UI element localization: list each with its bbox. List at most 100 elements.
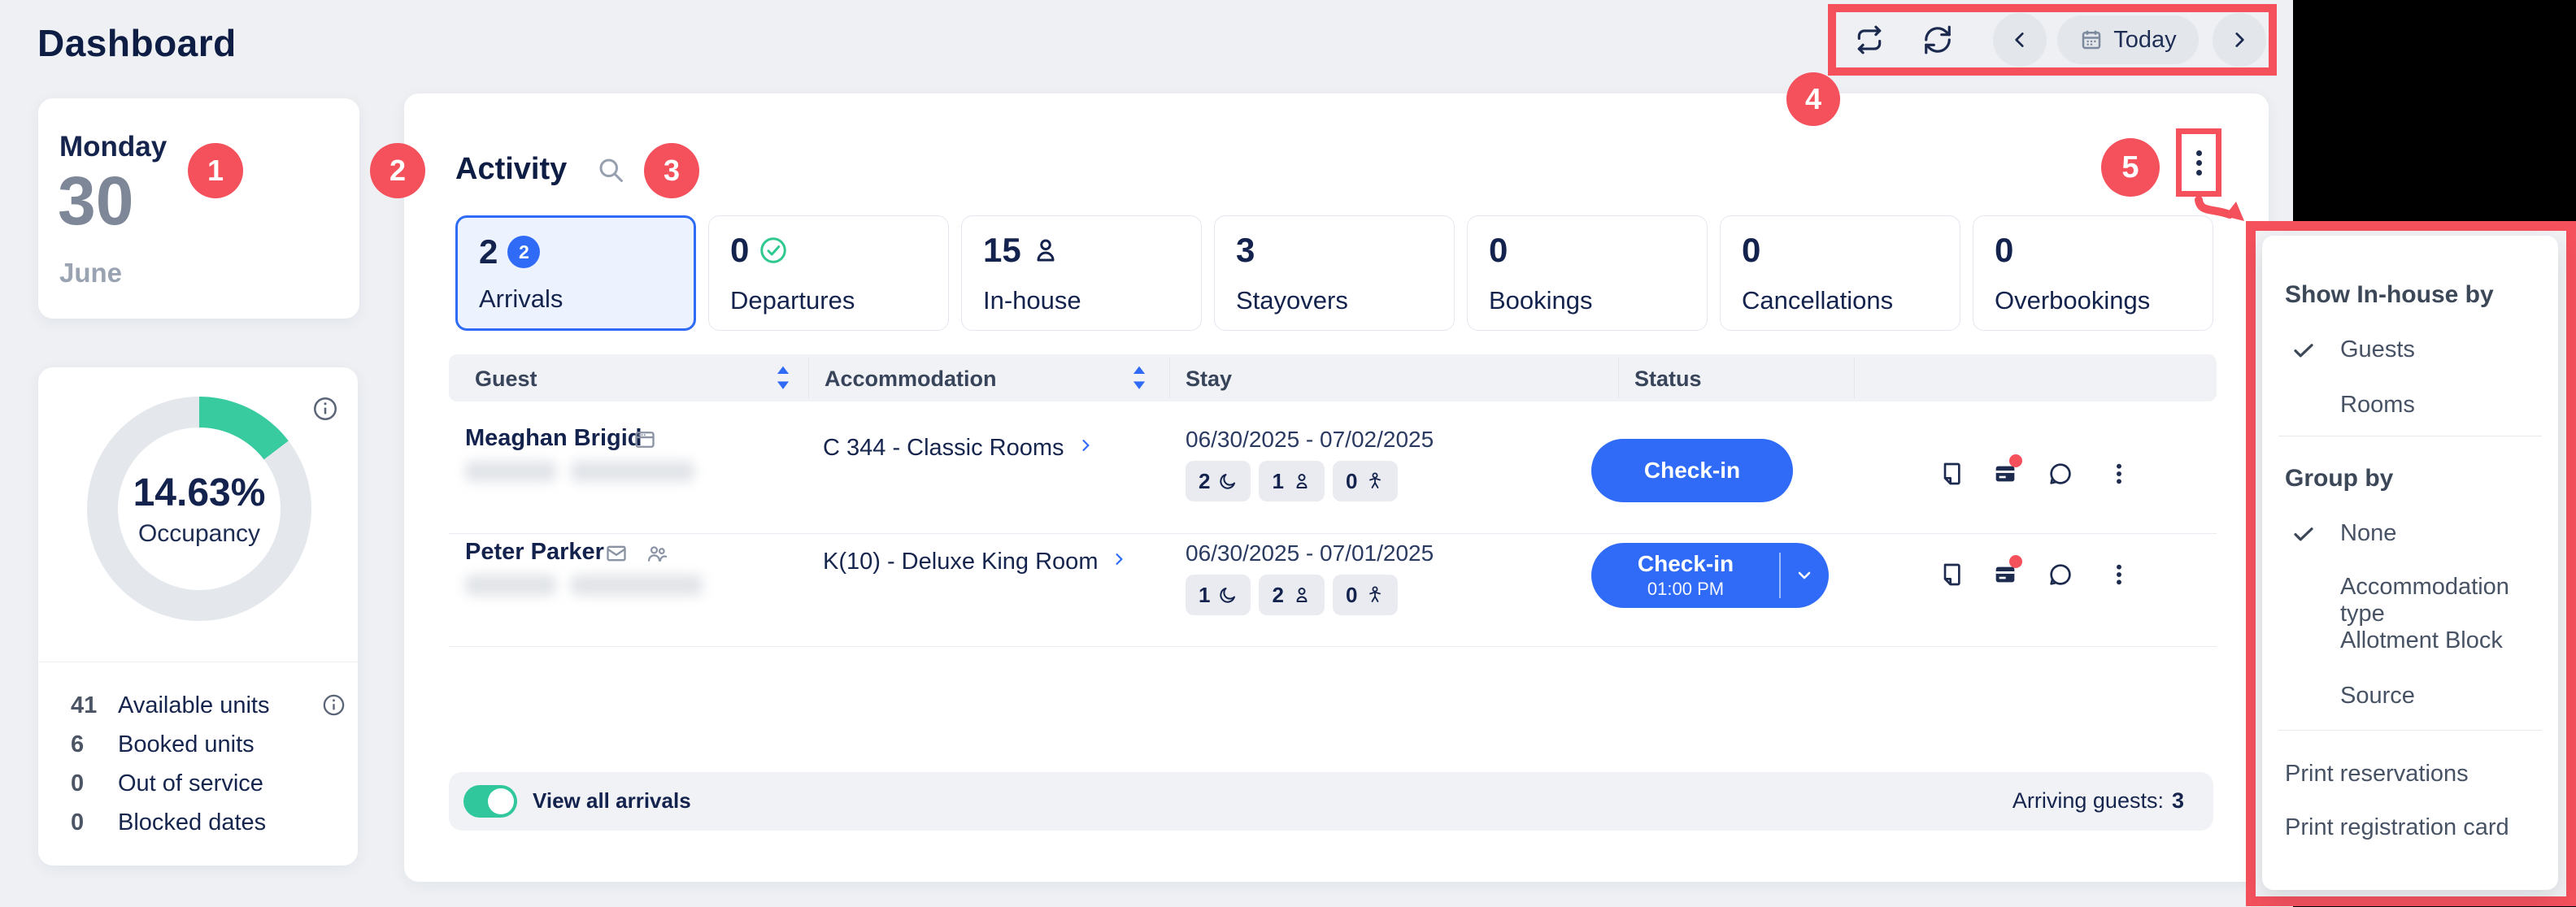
activity-options-menu-button[interactable] <box>2176 128 2221 197</box>
accommodation-name: C 344 - Classic Rooms <box>823 435 1064 462</box>
tab-count: 2 <box>479 232 498 271</box>
toggle-label: View all arrivals <box>533 788 691 814</box>
date-navigation-toolbar <box>1828 4 2277 76</box>
tab-label: Stayovers <box>1236 286 1348 315</box>
annotation-marker-2: 2 <box>370 143 425 198</box>
arriving-label: Arriving guests: <box>2012 788 2164 813</box>
stay-dates: 06/30/2025 - 07/02/2025 <box>1186 427 1434 453</box>
stat-label: Booked units <box>118 731 255 758</box>
stat-value: 41 <box>71 692 97 719</box>
tab-bookings[interactable]: 0 Bookings <box>1467 215 1708 331</box>
note-icon[interactable] <box>1939 562 1965 588</box>
page-title: Dashboard <box>37 21 237 65</box>
accommodation-link[interactable]: C 344 - Classic Rooms <box>823 435 1094 462</box>
date-month: June <box>59 258 122 289</box>
stay-details: 2 1 0 <box>1186 461 1398 501</box>
accommodation-name: K(10) - Deluxe King Room <box>823 549 1098 575</box>
menu-item-guests[interactable]: Guests <box>2340 336 2415 363</box>
sort-icon[interactable] <box>774 365 792 391</box>
info-icon[interactable] <box>321 692 346 718</box>
tab-stayovers[interactable]: 3 Stayovers <box>1214 215 1455 331</box>
today-label: Today <box>2113 27 2176 54</box>
stat-booked-units: 6 Booked units <box>38 731 358 764</box>
tab-badge: 2 <box>507 236 540 268</box>
menu-item-accommodation-type[interactable]: Accommodation type <box>2340 574 2558 627</box>
tab-cancellations[interactable]: 0 Cancellations <box>1720 215 1960 331</box>
redacted-text <box>571 575 703 596</box>
tab-label: Bookings <box>1489 286 1593 315</box>
tab-label: In-house <box>983 286 1081 315</box>
stat-value: 0 <box>71 770 84 797</box>
tab-overbookings[interactable]: 0 Overbookings <box>1973 215 2213 331</box>
options-dropdown-menu: Show In-house by Guests Rooms Group by N… <box>2262 236 2558 890</box>
notification-dot <box>2009 454 2022 467</box>
date-weekday: Monday <box>59 131 167 163</box>
chevron-down-icon <box>1795 566 1814 585</box>
menu-item-print-reservations[interactable]: Print reservations <box>2285 761 2469 788</box>
chat-icon[interactable] <box>2047 562 2073 588</box>
nights-pill: 1 <box>1186 575 1251 615</box>
check-in-label: Check-in <box>1644 458 1740 484</box>
menu-section-title: Group by <box>2285 465 2393 493</box>
tab-arrivals[interactable]: 2 2 Arrivals <box>455 215 696 331</box>
refresh-icon[interactable] <box>1922 24 1953 55</box>
table-header: Guest Accommodation Stay Status <box>449 354 2217 401</box>
envelope-icon <box>605 542 628 565</box>
arriving-guests: Arriving guests:3 <box>2012 788 2184 814</box>
search-icon[interactable] <box>596 155 625 184</box>
adult-icon <box>1292 471 1312 491</box>
info-icon[interactable] <box>311 395 339 423</box>
person-icon <box>1031 236 1060 265</box>
check-in-label: Check-in <box>1638 551 1734 577</box>
previous-day-button[interactable] <box>1993 13 2047 67</box>
guest-name[interactable]: Meaghan Brigid <box>465 425 642 452</box>
check-in-split-button[interactable]: Check-in 01:00 PM <box>1591 543 1829 608</box>
moon-icon <box>1218 471 1238 491</box>
guest-name[interactable]: Peter Parker <box>465 539 604 566</box>
menu-item-none[interactable]: None <box>2340 520 2396 547</box>
annotation-marker-5: 5 <box>2101 138 2160 197</box>
adults-count: 1 <box>1272 469 1283 494</box>
check-in-main[interactable]: Check-in 01:00 PM <box>1592 551 1779 600</box>
row-kebab-icon[interactable] <box>2106 461 2132 487</box>
menu-item-allotment-block[interactable]: Allotment Block <box>2340 627 2503 654</box>
children-pill: 0 <box>1333 575 1398 615</box>
tab-count: 3 <box>1236 231 1255 270</box>
column-accommodation: Accommodation <box>825 367 997 392</box>
tab-in-house[interactable]: 15 In-house <box>961 215 1202 331</box>
chat-icon[interactable] <box>2047 461 2073 487</box>
tab-departures[interactable]: 0 Departures <box>708 215 949 331</box>
stat-value: 0 <box>71 809 84 836</box>
column-status: Status <box>1634 367 1702 392</box>
chevron-right-icon <box>2229 29 2250 50</box>
stay-details: 1 2 0 <box>1186 575 1398 615</box>
next-day-button[interactable] <box>2213 13 2266 67</box>
stat-label: Available units <box>118 692 269 719</box>
stat-out-of-service: 0 Out of service <box>38 770 358 803</box>
check-in-time: 01:00 PM <box>1647 579 1724 600</box>
arrivals-footer-bar: View all arrivals Arriving guests:3 <box>449 772 2213 831</box>
tab-label: Cancellations <box>1742 286 1893 315</box>
check-in-dropdown[interactable] <box>1781 566 1828 585</box>
children-pill: 0 <box>1333 461 1398 501</box>
activity-title: Activity <box>455 152 567 187</box>
repeat-icon[interactable] <box>1854 24 1885 55</box>
note-icon[interactable] <box>1939 461 1965 487</box>
menu-item-rooms[interactable]: Rooms <box>2340 392 2415 419</box>
tab-count: 0 <box>730 231 749 270</box>
stat-blocked-dates: 0 Blocked dates <box>38 809 358 842</box>
menu-item-source[interactable]: Source <box>2340 683 2415 710</box>
annotation-marker-4: 4 <box>1786 72 1840 126</box>
sort-icon[interactable] <box>1130 365 1148 391</box>
chevron-right-icon <box>1111 551 1127 574</box>
notification-dot <box>2009 555 2022 568</box>
stat-available-units: 41 Available units <box>38 692 358 725</box>
today-button[interactable]: Today <box>2057 15 2199 64</box>
row-kebab-icon[interactable] <box>2106 562 2132 588</box>
nights-pill: 2 <box>1186 461 1251 501</box>
view-all-arrivals-toggle[interactable] <box>463 785 517 818</box>
check-in-button[interactable]: Check-in <box>1591 439 1793 502</box>
accommodation-link[interactable]: K(10) - Deluxe King Room <box>823 549 1127 575</box>
menu-item-print-registration-card[interactable]: Print registration card <box>2285 814 2509 841</box>
chevron-right-icon <box>1077 437 1094 460</box>
